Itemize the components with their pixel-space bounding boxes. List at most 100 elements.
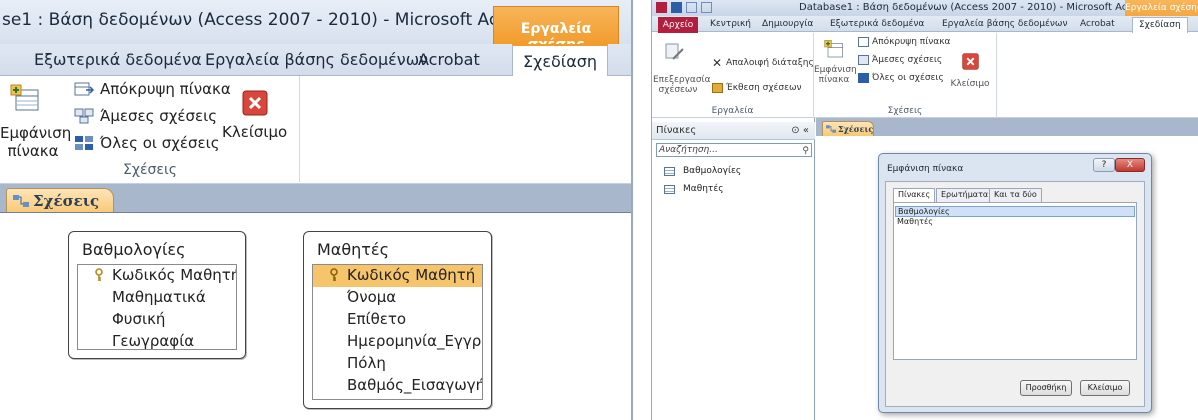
edit-relationships-label-2: σχέσεων: [658, 85, 698, 95]
relationships-workspace: Βαθμολογίες Κωδικός Μαθητή Μαθηματικά Φυ…: [0, 212, 631, 420]
direct-relationships-button[interactable]: Άμεσες σχέσεις: [858, 55, 942, 65]
table-list: Βαθμολογίες Μαθητές: [893, 202, 1137, 360]
list-item-selected[interactable]: Βαθμολογίες: [895, 206, 1135, 217]
table-name: Μαθητές: [317, 240, 389, 259]
show-table-label-1: Εμφάνιση: [0, 124, 72, 142]
field-row[interactable]: Κωδικός Μαθητή: [78, 265, 236, 287]
access-logo-icon: [656, 2, 667, 13]
relationships-group-label: Σχέσεις: [887, 106, 923, 116]
document-tab-bar: Σχέσεις: [0, 184, 631, 214]
tab-external-data[interactable]: Εξωτερικά δεδομένα: [830, 19, 924, 29]
field-list: Κωδικός Μαθητή Όνομα Επίθετο Ημερομηνία_…: [312, 264, 483, 400]
search-icon[interactable]: ⚲: [802, 145, 809, 157]
hide-table-button[interactable]: Απόκρυψη πίνακα: [74, 80, 231, 98]
nav-item-grades[interactable]: Βαθμολογίες: [664, 166, 741, 176]
tab-home[interactable]: Κεντρική: [710, 19, 751, 29]
title-bar: se1 : Βάση δεδομένων (Access 2007 - 2010…: [0, 0, 631, 53]
show-table-label-2: πίνακα: [818, 75, 850, 85]
tab-both[interactable]: Και τα δύο: [989, 188, 1042, 202]
clear-layout-button[interactable]: ✕ Απαλοιφή διάταξης: [712, 57, 814, 69]
save-icon[interactable]: [671, 2, 682, 13]
tab-database-tools[interactable]: Εργαλεία βάσης δεδομένων: [942, 19, 1067, 29]
field-row[interactable]: Ημερομηνία_Εγγραφ: [313, 331, 482, 353]
edit-relationships-icon: [665, 43, 684, 60]
table-box-students[interactable]: Μαθητές Κωδικός Μαθητή Όνομα Επίθετο Ημε…: [303, 231, 492, 409]
tab-create[interactable]: Δημιουργία: [762, 19, 813, 29]
direct-relationships-button[interactable]: Άμεσες σχέσεις: [74, 107, 217, 125]
title-bar: Database1 : Βάση δεδομένων (Access 2007 …: [652, 0, 1198, 30]
tab-tables[interactable]: Πίνακες: [893, 188, 936, 203]
hide-table-label: Απόκρυψη πίνακα: [100, 80, 231, 98]
contextual-tab-relationship-tools[interactable]: Εργαλεία σχέσης: [493, 6, 619, 53]
primary-key-icon: [95, 268, 103, 281]
navigation-pane-header[interactable]: Πίνακες ⊙ «: [652, 122, 815, 140]
undo-icon[interactable]: [686, 2, 697, 13]
full-access-window: Database1 : Βάση δεδομένων (Access 2007 …: [651, 0, 1198, 420]
relationships-icon: [826, 125, 836, 133]
document-tab-bar: Σχέσεις: [816, 118, 1198, 136]
relationships-group: Εμφάνιση πίνακα Απόκρυψη πίνακα Άμεσες σ…: [0, 76, 300, 182]
tab-acrobat[interactable]: Acrobat: [1080, 19, 1115, 29]
add-button[interactable]: Προσθήκη: [1020, 380, 1072, 396]
direct-relationships-icon: [74, 108, 94, 124]
tab-acrobat[interactable]: Acrobat: [418, 50, 480, 69]
close-dialog-button[interactable]: Κλείσιμο: [1080, 380, 1130, 396]
close-label: Κλείσιμο: [950, 79, 990, 89]
field-row[interactable]: Βαθμός_Εισαγωγή: [313, 375, 482, 397]
chevron-down-icon[interactable]: ⊙: [791, 125, 799, 136]
relationships-icon: [13, 195, 29, 207]
close-icon: [962, 53, 979, 70]
field-row-selected[interactable]: Κωδικός Μαθητή: [313, 265, 482, 287]
tab-design[interactable]: Σχεδίαση: [1132, 17, 1188, 33]
dialog-title: Εμφάνιση πίνακα: [887, 164, 964, 174]
tools-group-label: Εργαλεία: [711, 106, 754, 116]
relationship-report-label: Έκθεση σχέσεων: [726, 83, 802, 93]
help-button[interactable]: ?: [1093, 158, 1115, 172]
relationships-document-tab[interactable]: Σχέσεις: [6, 188, 114, 214]
tab-design[interactable]: Σχεδίαση: [512, 44, 609, 77]
field-row[interactable]: Πόλη: [313, 353, 482, 375]
tab-file[interactable]: Αρχείο: [658, 17, 698, 33]
table-icon: [664, 184, 675, 194]
hide-table-button[interactable]: Απόκρυψη πίνακα: [858, 37, 950, 47]
field-row[interactable]: Γεωγραφία: [78, 331, 236, 349]
hide-table-label: Απόκρυψη πίνακα: [872, 37, 951, 47]
search-input[interactable]: Αναζήτηση... ⚲: [656, 143, 812, 157]
direct-relationships-icon: [858, 55, 869, 65]
relationships-tab-label: Σχέσεις: [33, 192, 100, 210]
relationships-group-label: Σχέσεις: [123, 162, 177, 178]
field-row[interactable]: Μαθηματικά: [78, 287, 236, 309]
table-box-grades[interactable]: Βαθμολογίες Κωδικός Μαθητή Μαθηματικά Φυ…: [68, 231, 246, 359]
window-title: Database1 : Βάση δεδομένων (Access 2007 …: [799, 2, 1150, 13]
redo-icon[interactable]: [701, 2, 712, 13]
tab-external-data[interactable]: Εξωτερικά δεδομένα: [34, 50, 202, 69]
nav-item-students[interactable]: Μαθητές: [664, 184, 723, 194]
show-table-dialog: Εμφάνιση πίνακα ? X Πίνακες Ερωτήματα Κα…: [878, 153, 1152, 413]
tools-group: Επεξεργασία σχέσεων ✕ Απαλοιφή διάταξης …: [652, 33, 814, 118]
show-table-label-1: Εμφάνιση: [814, 65, 857, 75]
relationships-document-tab[interactable]: Σχέσεις: [822, 121, 874, 136]
field-row[interactable]: Φυσική: [78, 309, 236, 331]
all-relationships-icon: [75, 136, 93, 150]
field-row[interactable]: Επίθετο: [313, 309, 482, 331]
ribbon-tab-row: Εξωτερικά δεδομένα Εργαλεία βάσης δεδομέ…: [0, 44, 631, 77]
relationships-tab-label: Σχέσεις: [838, 124, 874, 134]
relationship-report-button[interactable]: Έκθεση σχέσεων: [712, 83, 802, 93]
dialog-close-button[interactable]: X: [1115, 158, 1145, 172]
list-item[interactable]: Μαθητές: [897, 217, 933, 226]
ribbon: Επεξεργασία σχέσεων ✕ Απαλοιφή διάταξης …: [652, 33, 1198, 118]
edit-relationships-label-1: Επεξεργασία: [653, 75, 711, 85]
nav-header-label: Πίνακες: [656, 125, 697, 136]
all-relationships-button[interactable]: Όλες οι σχέσεις: [858, 73, 944, 83]
primary-key-icon: [330, 268, 338, 281]
field-row[interactable]: Όνομα: [313, 287, 482, 309]
all-relationships-button[interactable]: Όλες οι σχέσεις: [74, 134, 220, 152]
dialog-body: Πίνακες Ερωτήματα Και τα δύο Βαθμολογίες…: [885, 181, 1145, 407]
show-table-icon: [10, 84, 39, 111]
tab-database-tools[interactable]: Εργαλεία βάσης δεδομένων: [205, 50, 428, 69]
hide-table-icon: [858, 37, 869, 47]
tab-queries[interactable]: Ερωτήματα: [936, 188, 994, 202]
collapse-pane-icon[interactable]: «: [803, 125, 809, 136]
all-relationships-icon: [858, 73, 869, 83]
zoomed-access-window: se1 : Βάση δεδομένων (Access 2007 - 2010…: [0, 0, 633, 420]
